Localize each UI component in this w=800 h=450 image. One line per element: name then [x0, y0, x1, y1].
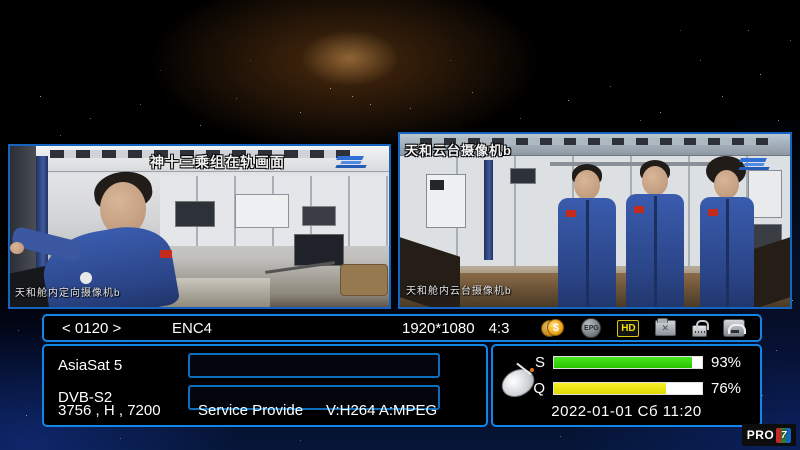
right-feed-camera-label: 天和舱内云台摄像机b [406, 282, 512, 297]
pay-tv-coins-icon: $ [541, 319, 565, 337]
channel-selector[interactable]: < 0120 > [62, 320, 172, 337]
receiver-screen: 神十三乘组在轨画面 天和舱内定向摄像机b [0, 0, 800, 450]
signal-percent: 93% [711, 354, 741, 371]
astronaut-face [714, 170, 739, 199]
white-locker [235, 194, 289, 228]
satellite-name: AsiaSat 5 [58, 357, 188, 374]
station-interior-left: 神十三乘组在轨画面 天和舱内定向摄像机b [10, 146, 389, 307]
cms-watermark-icon [335, 154, 375, 170]
signal-strength-meter [553, 356, 703, 369]
signal-strength-row: S 93% [529, 354, 741, 371]
stars [0, 0, 1, 1]
transponder-value: 3756 , H , 7200 [58, 402, 198, 419]
quality-label: Q [529, 380, 545, 397]
cms-watermark-icon [738, 156, 778, 172]
signal-quality-row: Q 76% [529, 380, 741, 397]
pro-logo-badge: 7 [776, 428, 791, 443]
pro-logo: PRO 7 [742, 424, 796, 446]
right-feed-caption: 天和云台摄像机b [405, 140, 512, 159]
aspect-ratio-value: 4:3 [489, 320, 510, 337]
signal-panel: S 93% Q 76% 2022-01-01 Сб 11:20 [491, 344, 762, 427]
radio-icon [723, 319, 745, 337]
station-interior-right: 天和云台摄像机b 天和舱内云台摄像机b [400, 134, 790, 307]
quality-percent: 76% [711, 380, 741, 397]
flag-patch [708, 209, 718, 216]
satellite-value-box [188, 353, 440, 378]
satellite-row: AsiaSat 5 [44, 353, 486, 378]
signal-label: S [529, 354, 545, 371]
teletext-folder-icon [655, 320, 676, 336]
epg-icon: EPG [581, 318, 601, 338]
service-provider-label: Service Provide [198, 402, 326, 419]
equipment-box [175, 201, 215, 227]
hd-icon: HD [617, 320, 639, 337]
pro-logo-text: PRO [747, 428, 775, 442]
signal-quality-meter [553, 382, 703, 395]
equipment-box [430, 180, 444, 190]
signal-quality-fill [554, 383, 666, 394]
blue-handrail [484, 160, 493, 260]
flag-patch [634, 206, 644, 213]
codec-info: V:H264 A:MPEG [326, 402, 437, 419]
datetime-display: 2022-01-01 Сб 11:20 [493, 403, 760, 420]
flag-patch [566, 210, 576, 217]
cargo-bag [340, 264, 388, 296]
mission-patch [80, 272, 92, 284]
astronaut-face [642, 166, 668, 196]
suit-zipper [726, 199, 729, 308]
left-feed-caption: 神十三乘组在轨画面 [150, 152, 285, 172]
coin-front: $ [547, 319, 564, 336]
status-icons: $ EPG HD [541, 318, 745, 338]
astronaut-hand [10, 242, 24, 254]
signal-strength-fill [554, 357, 692, 368]
suit-zipper [654, 196, 657, 308]
monitor-screen [294, 234, 344, 266]
lock-icon [692, 325, 707, 337]
right-video-feed: 天和云台摄像机b 天和舱内云台摄像机b [398, 132, 792, 309]
suit-zipper [586, 200, 589, 308]
tuner-info-panel: AsiaSat 5 DVB-S2 3756 , H , 7200 Service… [42, 344, 488, 427]
left-feed-camera-label: 天和舱内定向摄像机b [15, 284, 121, 299]
left-video-feed: 神十三乘组在轨画面 天和舱内定向摄像机b [8, 144, 391, 309]
astronaut-face [574, 170, 600, 200]
channel-name: ENC4 [172, 320, 337, 337]
resolution-value: 1920*1080 [402, 320, 475, 337]
equipment-box [302, 206, 336, 226]
flag-patch [160, 250, 172, 258]
equipment-box [510, 168, 536, 184]
channel-info-bar: < 0120 > ENC4 1920*1080 4:3 $ EPG HD [42, 314, 762, 342]
transponder-row: 3756 , H , 7200 Service Provide V:H264 A… [44, 402, 486, 419]
